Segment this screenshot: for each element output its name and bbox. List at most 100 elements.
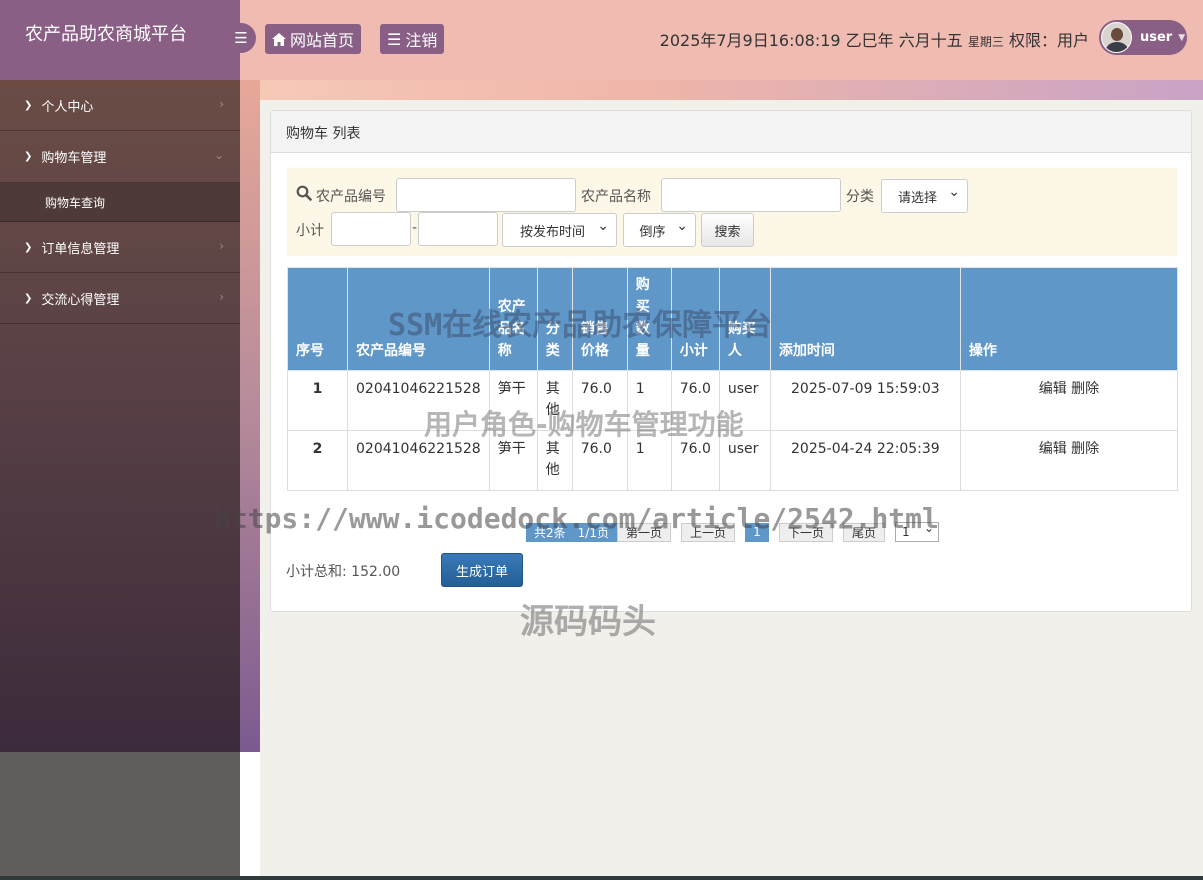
generate-order-button[interactable]: 生成订单 [441,553,523,587]
home-label: 网站首页 [290,31,355,50]
code-label: 农产品编号 [316,189,386,205]
sort-order-select[interactable]: 倒序 [623,213,696,247]
top-bar: ☰ 网站首页 ☰ 注销 2025年7月9日16:08:19 乙巳年 六月十五 星… [226,0,1203,80]
col-header-qty: 购买数量 [626,267,672,371]
cell-buyer: user [718,370,771,431]
sidebar-item-orders[interactable]: ❯ 订单信息管理 › [0,222,240,273]
first-page-button[interactable]: 第一页 [616,522,671,542]
cell-qty: 1 [626,370,672,431]
col-header-actions: 操作 [959,267,1179,371]
col-header-time: 添加时间 [769,267,961,371]
cart-table: 序号 农产品编号 农产品名称 分类 销售价格 购买数量 小计 购买人 添加时间 … [287,267,1179,491]
pagination: 共2条 1/1页 第一页 上一页 1 下一页 尾页 1 [526,521,940,542]
sidebar-item-label: 订单信息管理 [41,241,120,257]
range-dash: - [412,220,418,236]
chevron-right-icon: ❯ [24,241,33,253]
page-info: 共2条 1/1页 [526,522,617,542]
cell-time: 2025-04-24 22:05:39 [769,430,961,491]
prev-page-button[interactable]: 上一页 [680,522,735,542]
chevron-right-icon: ❯ [24,151,33,162]
angle-down-icon: ⌄ [213,148,224,162]
code-input[interactable] [396,178,576,212]
avatar [1101,22,1132,53]
delete-link[interactable]: 删除 [1071,381,1099,397]
subtotal-label: 小计 [296,223,324,239]
sidebar-toggle-button[interactable]: ☰ [226,23,256,53]
list-icon: ☰ [387,29,402,49]
bottom-edge [0,876,1203,880]
sidebar-item-experience[interactable]: ❯ 交流心得管理 › [0,273,240,324]
col-header-subtotal: 小计 [670,267,720,371]
cell-no: 2 [287,430,348,491]
logout-button[interactable]: ☰ 注销 [380,24,445,54]
sidebar-footer [0,752,240,880]
role-label: 权限：用户 [1008,31,1089,50]
cell-name: 笋干 [488,370,538,431]
cell-category: 其他 [536,430,573,491]
cell-time: 2025-07-09 15:59:03 [769,370,961,431]
cell-no: 1 [287,370,348,431]
cell-qty: 1 [626,430,672,491]
category-select[interactable]: 请选择 [881,179,968,213]
cell-subtotal: 76.0 [670,430,720,491]
delete-link[interactable]: 删除 [1071,441,1099,457]
next-page-button[interactable]: 下一页 [778,522,833,542]
app-title: 农产品助农商城平台 [0,0,240,80]
subtotal-max-input[interactable] [418,212,498,246]
datetime: 2025年7月9日16:08:19 乙巳年 六月十五 [659,31,963,50]
sidebar-item-label: 交流心得管理 [41,292,120,308]
sidebar-item-personal[interactable]: ❯ 个人中心 › [0,80,240,131]
col-header-code: 农产品编号 [347,267,490,371]
cell-actions: 编辑 删除 [959,370,1179,431]
angle-right-icon: › [219,290,224,304]
decor-strip-white [240,752,260,880]
cell-category: 其他 [536,370,573,431]
subtotal-sum: 小计总和: 152.00 [286,564,401,580]
cell-subtotal: 76.0 [670,370,720,431]
name-input[interactable] [661,178,841,212]
search-form: 农产品编号 农产品名称 分类 请选择 小计 - 按发布时间 倒序 搜索 [287,168,1178,256]
cell-name: 笋干 [488,430,538,491]
angle-right-icon: › [219,239,224,253]
sidebar-subitem-cart-query[interactable]: 购物车查询 [0,183,240,222]
chevron-right-icon: ❯ [24,99,33,111]
weekday: 星期三 [967,35,1004,49]
name-label: 农产品名称 [581,189,651,205]
cell-actions: 编辑 删除 [959,430,1179,491]
current-page-button[interactable]: 1 [744,522,769,542]
user-menu[interactable]: user ▼ [1099,20,1187,55]
page-select[interactable]: 1 [895,521,940,542]
home-button[interactable]: 网站首页 [265,24,362,54]
sidebar-item-cart[interactable]: ❯ 购物车管理 ⌄ [0,131,240,183]
cart-panel: 购物车 列表 农产品编号 农产品名称 分类 请选择 小计 - 按发布时间 倒序 … [270,110,1192,612]
sidebar-item-label: 购物车管理 [41,151,107,166]
cell-price: 76.0 [571,430,628,491]
search-button[interactable]: 搜索 [701,213,754,247]
cell-price: 76.0 [571,370,628,431]
bars-icon: ☰ [234,29,248,47]
last-page-button[interactable]: 尾页 [843,522,886,542]
chevron-right-icon: ❯ [24,292,33,304]
edit-link[interactable]: 编辑 [1039,441,1067,457]
home-icon [272,32,286,46]
content-top-gradient [260,80,1203,100]
edit-link[interactable]: 编辑 [1039,381,1067,397]
table-header-row: 序号 农产品编号 农产品名称 分类 销售价格 购买数量 小计 购买人 添加时间 … [287,267,1179,371]
col-header-category: 分类 [536,267,573,371]
username: user [1140,30,1173,45]
col-header-price: 销售价格 [571,267,628,371]
col-header-no: 序号 [287,267,348,371]
cell-code: 02041046221528 [347,370,490,431]
sidebar: ❯ 个人中心 › ❯ 购物车管理 ⌄ 购物车查询 ❯ 订单信息管理 › ❯ 交流… [0,80,240,752]
caret-down-icon: ▼ [1178,32,1186,43]
category-label: 分类 [846,189,874,205]
panel-title: 购物车 列表 [271,111,1191,153]
sidebar-item-label: 个人中心 [41,99,94,115]
subtotal-min-input[interactable] [331,212,411,246]
search-icon [296,185,312,201]
angle-right-icon: › [219,97,224,111]
table-row: 1 02041046221528 笋干 其他 76.0 1 76.0 user … [287,370,1179,431]
col-header-buyer: 购买人 [718,267,771,371]
logout-label: 注销 [405,31,438,50]
sort-field-select[interactable]: 按发布时间 [502,213,617,247]
